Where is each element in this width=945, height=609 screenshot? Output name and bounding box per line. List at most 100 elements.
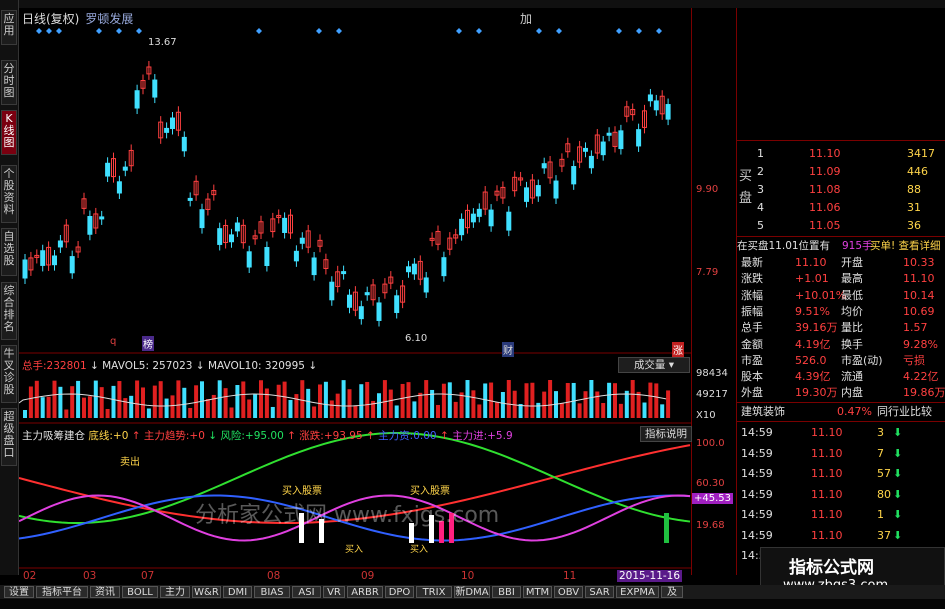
left-tab-intraday[interactable]: 分时图 [1, 60, 17, 105]
indicator-tick-label: 19.68 [696, 520, 725, 531]
tick-row: 14:59 11.10 7 ⬇ [737, 446, 945, 462]
indicator-tab[interactable]: W&R [192, 586, 221, 598]
volume-bar [329, 400, 334, 418]
indicator-tab[interactable]: BIAS [254, 586, 290, 598]
volume-bar [382, 380, 387, 418]
event-marker-limit-up[interactable]: 涨 [672, 342, 684, 357]
indicator-tab[interactable]: BOLL [122, 586, 158, 598]
stat-value: 4.39亿 [795, 370, 831, 384]
indicator-tab[interactable]: 设置 [4, 586, 34, 598]
candle-body [441, 257, 447, 277]
bid-price: 11.06 [809, 201, 841, 214]
bid-level-row[interactable]: 2 11.09 446 [737, 164, 945, 180]
volume-bar [495, 402, 499, 418]
indicator-tab[interactable]: TRIX [416, 586, 452, 598]
indicator-tab[interactable]: EXPMA [616, 586, 659, 598]
tick-row: 14:59 11.10 37 ⬇ [737, 528, 945, 544]
signal-diamond [616, 28, 622, 34]
volume-bar [300, 380, 305, 418]
event-marker-q[interactable]: q [110, 336, 116, 347]
candle-body [394, 295, 400, 313]
event-marker-list[interactable]: 榜 [142, 336, 154, 351]
tick-row: 14:59 11.10 3 ⬇ [737, 425, 945, 441]
left-tab-kline[interactable]: K线图 [1, 110, 17, 155]
notice-link[interactable]: 买单! 查看详细 [870, 238, 941, 254]
volume-bar [312, 406, 317, 418]
candle-body [459, 218, 465, 236]
top-toolbar-strip [19, 0, 945, 8]
logo-title: 指标公式网 [789, 558, 874, 578]
left-tab-watchlist[interactable]: 自选股 [1, 228, 17, 276]
indicator-tab[interactable]: OBV [554, 586, 583, 598]
bid-level-row[interactable]: 5 11.05 36 [737, 218, 945, 234]
volume-bar [436, 404, 440, 418]
indicator-tab[interactable]: VR [323, 586, 345, 598]
volume-bar [23, 410, 27, 418]
indicator-tab[interactable]: MTM [523, 586, 552, 598]
candle-body [347, 294, 352, 308]
arrow-down-icon: ⬇ [893, 528, 903, 542]
volume-bar [583, 391, 588, 418]
tick-volume: 1 [877, 508, 884, 521]
indicator-tab[interactable]: 指标平台 [36, 586, 88, 598]
volume-indicator-select[interactable]: 成交量 ▾ [618, 357, 690, 373]
volume-bar [483, 383, 488, 418]
indicator-tab[interactable]: DPO [385, 586, 414, 598]
tick-volume: 7 [877, 446, 884, 460]
bid-volume: 31 [907, 201, 921, 214]
volume-bar [418, 392, 423, 418]
add-indicator-button[interactable]: 加 [520, 10, 532, 27]
event-marker-finance[interactable]: 财 [502, 342, 514, 357]
bid-level-number: 4 [757, 201, 764, 214]
mavol10-label: MAVOL10: [207, 360, 262, 372]
indicator-tab[interactable]: BBI [492, 586, 521, 598]
volume-bar [34, 380, 39, 418]
bid-volume: 3417 [907, 147, 935, 160]
stat-label: 涨幅 [741, 288, 763, 302]
industry-name[interactable]: 建筑装饰 [741, 404, 785, 420]
left-tab-super-panel[interactable]: 超级盘口 [1, 408, 17, 466]
left-tab-diagnosis[interactable]: 牛叉诊股 [1, 345, 17, 403]
indicator-tab[interactable]: ARBR [347, 586, 383, 598]
stat-row: 振幅 9.51% 均价 10.69 [737, 304, 945, 320]
signal-diamond [56, 28, 62, 34]
left-tab-ranking[interactable]: 综合排名 [1, 282, 17, 340]
indicator-info-line: 主力吸筹建仓 底线:+0 ↑ 主力趋势:+0 ↓ 风险:+95.00 ↑ 涨跌:… [22, 430, 513, 442]
bid-level-row[interactable]: 3 11.08 88 [737, 182, 945, 198]
stat-label: 均价 [841, 304, 863, 318]
indicator-tab[interactable]: SAR [585, 586, 614, 598]
candle-body [181, 136, 187, 152]
indicator-tab[interactable]: DMI [223, 586, 252, 598]
volume-bar [412, 401, 417, 418]
candle-body [199, 209, 205, 229]
volume-bar [388, 389, 393, 418]
volume-bar [530, 382, 535, 418]
stat-label: 市盈 [741, 353, 763, 367]
indicator-tab[interactable]: 及 [661, 586, 683, 598]
indicator-annotation: 买入股票 [282, 486, 322, 497]
low-price-mark: 6.10 [405, 333, 428, 344]
bid-level-row[interactable]: 4 11.06 31 [737, 200, 945, 216]
indicator-name[interactable]: 主力吸筹建仓 [22, 430, 85, 442]
candle-body [99, 216, 105, 220]
indicator-item-value: +0 [189, 430, 205, 442]
indicator-tab[interactable]: 资讯 [90, 586, 120, 598]
indicator-tab[interactable]: 主力 [160, 586, 190, 598]
left-tab-apps[interactable]: 应用 [1, 10, 17, 45]
volume-bar [129, 395, 134, 418]
volume-bar [441, 383, 446, 418]
indicator-tab[interactable]: ASI [292, 586, 321, 598]
indicator-current-value: +45.53 [692, 493, 734, 504]
industry-compare-button[interactable]: 同行业比较 [877, 404, 932, 420]
volume-total-value: 232801 [46, 360, 87, 372]
left-tab-stock-info[interactable]: 个股资料 [1, 165, 17, 223]
date-tick: 02 [23, 570, 37, 582]
big-order-notice[interactable]: 在买盘11.01位置有 915手 买单! 查看详细 [737, 238, 945, 254]
indicator-item-value: +93.95 [323, 430, 363, 442]
volume-bar [400, 383, 405, 418]
kline-chart-area[interactable] [18, 8, 692, 575]
volume-bar [447, 382, 452, 418]
indicator-tab[interactable]: 新DMA [454, 586, 490, 598]
indicator-help-button[interactable]: 指标说明 [640, 426, 692, 442]
bid-level-row[interactable]: 1 11.10 3417 [737, 146, 945, 162]
